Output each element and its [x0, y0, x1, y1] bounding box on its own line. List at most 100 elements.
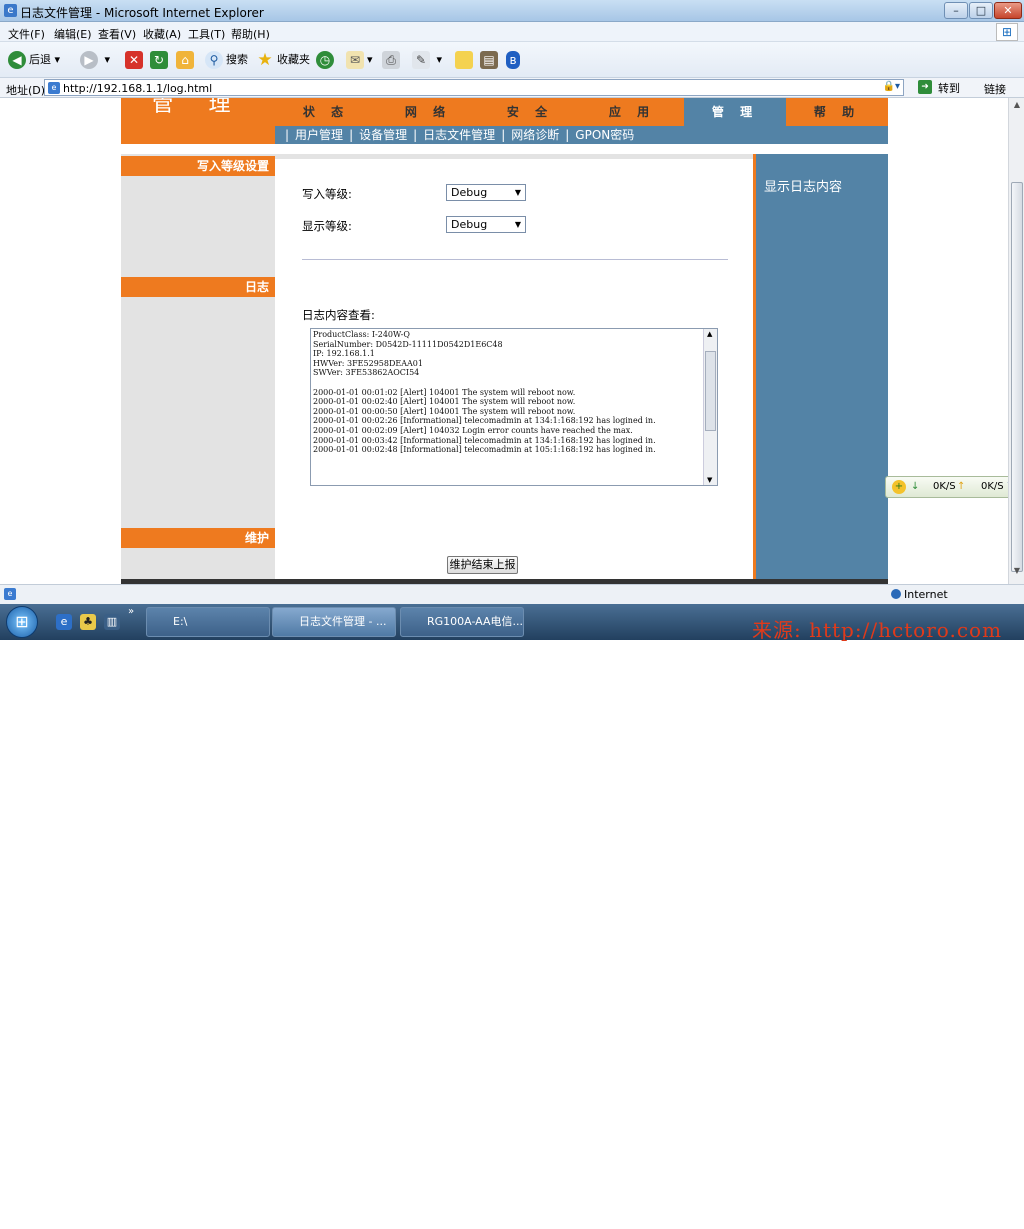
back-label: 后退	[29, 53, 51, 66]
home-button[interactable]: ⌂	[176, 50, 197, 70]
network-speed-widget[interactable]: + ↓ 0K/S ↑ 0K/S ↻	[885, 476, 1024, 498]
page-scroll-thumb[interactable]	[1011, 182, 1023, 572]
address-url[interactable]: http://192.168.1.1/log.html	[63, 82, 212, 95]
research-button[interactable]: ▤	[480, 50, 501, 70]
forward-button[interactable]: ▶ ▾	[80, 50, 110, 70]
nav-help[interactable]: 帮 助	[786, 98, 888, 126]
window-title: 日志文件管理 - Microsoft Internet Explorer	[20, 6, 264, 20]
go-arrow-icon[interactable]: ➜	[918, 80, 932, 94]
nav-management[interactable]: 管 理	[684, 98, 786, 126]
download-speed: 0K/S	[933, 481, 956, 492]
go-button[interactable]: 转到	[938, 80, 960, 96]
log-scrollbar[interactable]: ▲ ▼	[703, 329, 717, 485]
stop-button[interactable]: ✕	[125, 50, 146, 70]
side-header-log: 日志	[121, 277, 275, 297]
menu-help[interactable]: 帮助(H)	[231, 26, 270, 42]
menu-bar: 文件(F) 编辑(E) 查看(V) 收藏(A) 工具(T) 帮助(H) ⊞	[0, 22, 1024, 42]
log-text: ProductClass: I-240W-Q SerialNumber: D05…	[313, 330, 656, 455]
plus-icon: +	[892, 480, 906, 494]
display-level-value: Debug	[451, 218, 488, 231]
minimize-button[interactable]: –	[944, 2, 968, 19]
refresh-button[interactable]: ↻	[150, 50, 171, 70]
menu-favorites[interactable]: 收藏(A)	[143, 26, 181, 42]
address-label: 地址(D)	[6, 84, 46, 97]
favorites-button[interactable]: ★ 收藏夹	[256, 50, 310, 70]
scroll-down-icon[interactable]: ▼	[1011, 566, 1023, 580]
subnav-network-diagnosis[interactable]: 网络诊断	[511, 128, 559, 142]
nav-application[interactable]: 应 用	[581, 98, 683, 126]
scroll-down-icon[interactable]: ▼	[707, 476, 712, 484]
ie-icon: e	[4, 4, 17, 17]
close-button[interactable]: ✕	[994, 2, 1022, 19]
scroll-up-icon[interactable]: ▲	[1011, 100, 1023, 114]
write-level-value: Debug	[451, 186, 488, 199]
folder-icon	[455, 51, 473, 69]
printer-icon: ⎙	[382, 51, 400, 69]
write-level-select[interactable]: Debug ▼	[446, 184, 526, 201]
mail-button[interactable]: ✉ ▾	[346, 50, 373, 70]
menu-file[interactable]: 文件(F)	[8, 26, 45, 42]
back-button[interactable]: ◀ 后退 ▾	[8, 50, 60, 70]
upload-speed: 0K/S	[981, 481, 1004, 492]
display-level-select[interactable]: Debug ▼	[446, 216, 526, 233]
edit-button[interactable]: ✎ ▾	[412, 50, 442, 70]
forward-arrow-icon: ▶	[80, 51, 98, 69]
maximize-button[interactable]: □	[969, 2, 993, 19]
nav-network[interactable]: 网 络	[377, 98, 479, 126]
nav-security[interactable]: 安 全	[479, 98, 581, 126]
globe-icon	[891, 589, 901, 599]
history-button[interactable]: ◷	[316, 50, 337, 70]
subnav-log-file-management[interactable]: 日志文件管理	[423, 128, 495, 142]
address-dropdown-icon[interactable]: 🔒▾	[883, 81, 900, 92]
print-button[interactable]: ⎙	[382, 50, 403, 70]
book-icon: ▤	[480, 51, 498, 69]
toolbar: ◀ 后退 ▾ ▶ ▾ ✕ ↻ ⌂ ⚲ 搜索 ★ 收藏夹 ◷ ✉ ▾ ⎙ ✎ ▾ ▤ ʙ	[0, 42, 1024, 78]
scroll-up-icon[interactable]: ▲	[707, 330, 712, 338]
divider	[302, 259, 728, 260]
security-zone: Internet	[904, 588, 948, 601]
maintenance-report-button[interactable]: 维护结束上报	[447, 556, 518, 574]
log-textarea[interactable]: ProductClass: I-240W-Q SerialNumber: D05…	[310, 328, 718, 486]
address-bar: 地址(D) e http://192.168.1.1/log.html 🔒▾ ➜…	[0, 78, 1024, 98]
search-button[interactable]: ⚲ 搜索	[205, 50, 248, 70]
start-button[interactable]: ⊞	[6, 606, 38, 638]
chevron-down-icon: ▼	[514, 220, 521, 229]
chevron-down-icon: ▼	[514, 188, 521, 197]
right-panel-title: 显示日志内容	[764, 180, 843, 195]
search-icon: ⚲	[205, 51, 223, 69]
side-header-maintenance: 维护	[121, 528, 275, 548]
left-sidebar	[121, 154, 275, 584]
log-scroll-thumb[interactable]	[705, 351, 716, 431]
menu-tools[interactable]: 工具(T)	[188, 26, 225, 42]
menu-view[interactable]: 查看(V)	[98, 26, 136, 42]
links-button[interactable]: 链接	[984, 81, 1006, 97]
search-label: 搜索	[226, 53, 248, 66]
upload-arrow-icon: ↑	[957, 481, 966, 492]
window-titlebar: e 日志文件管理 - Microsoft Internet Explorer –…	[0, 0, 1024, 22]
subnav-user-management[interactable]: 用户管理	[295, 128, 343, 142]
nav-status[interactable]: 状 态	[275, 98, 377, 126]
download-arrow-icon: ↓	[911, 481, 920, 492]
desktop-icon[interactable]: ▥	[104, 614, 120, 630]
source-watermark: 来源: http://hctoro.com	[752, 618, 1003, 642]
page-scrollbar[interactable]: ▲ ▼	[1008, 98, 1024, 584]
ie-quicklaunch-icon[interactable]: e	[56, 614, 72, 630]
address-field[interactable]: e http://192.168.1.1/log.html 🔒▾	[44, 79, 904, 96]
menu-edit[interactable]: 编辑(E)	[54, 26, 92, 42]
more-icon[interactable]: »	[128, 606, 134, 617]
qq-icon[interactable]: ♣	[80, 614, 96, 630]
taskbar-item-log-page[interactable]: 日志文件管理 - ...	[272, 607, 396, 637]
sub-nav: | 用户管理 | 设备管理 | 日志文件管理 | 网络诊断 | GPON密码	[275, 126, 888, 144]
subnav-device-management[interactable]: 设备管理	[359, 128, 407, 142]
page-status-icon: e	[4, 588, 16, 600]
side-header-write-level: 写入等级设置	[121, 156, 275, 176]
bluetooth-button[interactable]: ʙ	[506, 50, 523, 70]
folder-button[interactable]	[455, 50, 476, 70]
taskbar-item-explorer[interactable]: E:\	[146, 607, 270, 637]
back-arrow-icon: ◀	[8, 51, 26, 69]
star-icon: ★	[257, 50, 273, 70]
taskbar-item-rg100a[interactable]: RG100A-AA电信...	[400, 607, 524, 637]
logo: 管 理	[121, 98, 275, 144]
subnav-gpon-password[interactable]: GPON密码	[575, 128, 634, 142]
display-level-label: 显示等级:	[302, 219, 352, 233]
